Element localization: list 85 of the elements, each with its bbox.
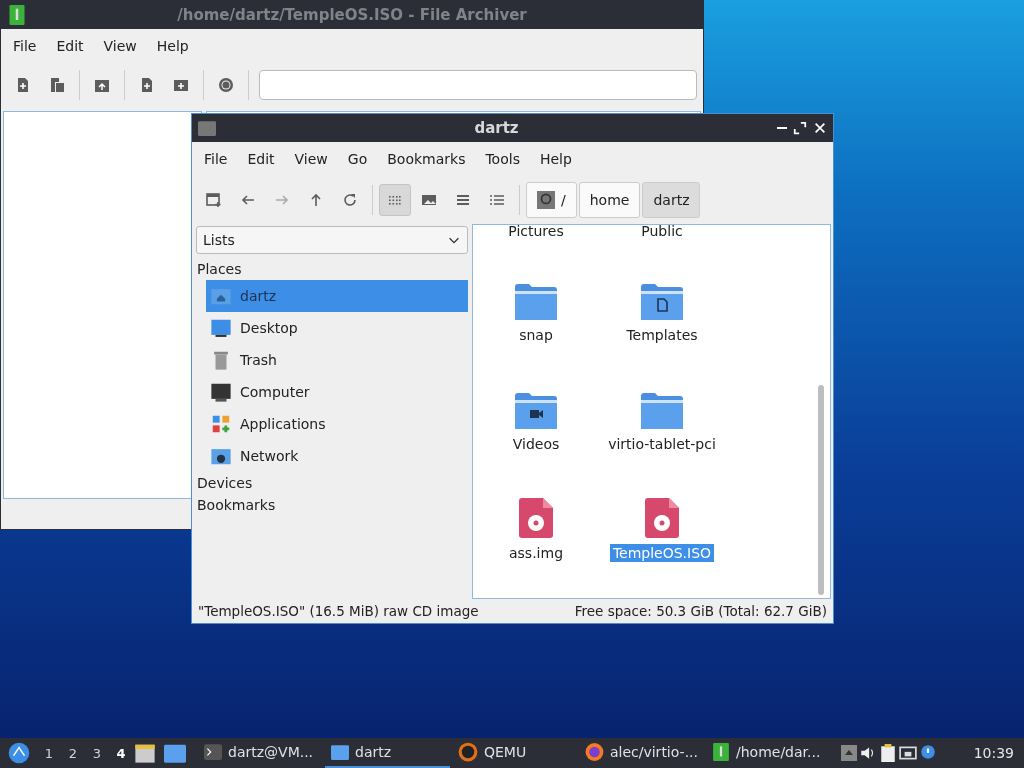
file-name[interactable]: Templates [623, 326, 701, 344]
applications-icon [210, 413, 232, 435]
file-cabinet-icon [134, 742, 156, 764]
file-name[interactable]: ass.img [506, 544, 566, 562]
file-name[interactable]: Videos [509, 435, 563, 453]
qemu-icon [458, 742, 478, 762]
file-name[interactable]: Pictures [508, 225, 564, 237]
add-file-icon [139, 77, 155, 93]
menu-item[interactable]: File [5, 36, 45, 56]
menu-item[interactable]: Help [531, 149, 580, 169]
start-menu-icon [8, 742, 30, 764]
workspace-button[interactable]: 2 [62, 739, 84, 767]
task-button[interactable]: QEMU [452, 738, 577, 768]
task-button[interactable]: dartz@VM... [198, 738, 323, 768]
image-icon [421, 192, 437, 208]
path-button[interactable]: / [526, 182, 577, 218]
bulleted-list-icon [489, 192, 505, 208]
folder-icon [641, 393, 683, 429]
file-name[interactable]: Public [641, 225, 683, 237]
window-title: dartz [473, 119, 520, 137]
menu-item[interactable]: Go [339, 149, 376, 169]
video-folder-icon [515, 393, 557, 429]
folder-icon [331, 743, 349, 761]
add-folder-icon [173, 77, 189, 93]
menu-item[interactable]: View [95, 36, 145, 56]
path-button[interactable]: home [578, 182, 641, 218]
archive-box-icon [94, 77, 110, 93]
terminal-icon [204, 743, 222, 761]
disc-image-icon [519, 498, 553, 538]
browser-icon [585, 742, 604, 762]
path-button[interactable]: dartz [642, 182, 701, 218]
folder-icon [164, 742, 186, 764]
section-heading[interactable]: Bookmarks [194, 494, 468, 516]
computer-icon [210, 381, 232, 403]
folder-icon [198, 119, 216, 137]
task-button[interactable]: dartz [325, 738, 450, 768]
monitor-icon [210, 317, 232, 339]
list-icon [455, 192, 471, 208]
side-pane-dropdown[interactable]: Lists [196, 226, 468, 254]
place-item[interactable]: dartz [206, 280, 468, 312]
folder-icon [515, 284, 557, 320]
task-button[interactable]: /home/dar... [706, 738, 831, 768]
scrollbar[interactable] [818, 385, 824, 595]
maximize-icon [793, 121, 807, 135]
new-window-icon [206, 192, 222, 208]
new-file-icon [15, 77, 31, 93]
workspace-button[interactable]: 1 [38, 739, 60, 767]
workspace-button[interactable]: 4 [110, 739, 132, 767]
template-folder-icon [641, 284, 683, 320]
reload-icon [342, 192, 358, 208]
window-title: /home/dartz/TempleOS.ISO - File Archiver [176, 6, 528, 24]
workspace-button[interactable]: 3 [86, 739, 108, 767]
minimize-icon [777, 127, 787, 129]
eject-icon [841, 745, 857, 761]
task-button[interactable]: alec/virtio-... [579, 738, 704, 768]
stop-icon [218, 77, 234, 93]
close-icon [813, 121, 827, 135]
copy-file-icon [49, 77, 65, 93]
archive-icon [7, 5, 27, 25]
menu-item[interactable]: View [286, 149, 336, 169]
clock: 10:39 [973, 745, 1015, 761]
menu-item[interactable]: Edit [48, 36, 92, 56]
menu-item[interactable]: File [196, 149, 236, 169]
menu-item[interactable]: Bookmarks [379, 149, 474, 169]
place-item[interactable]: Applications [206, 408, 468, 440]
clipboard-icon [879, 744, 897, 762]
place-item[interactable]: Desktop [206, 312, 468, 344]
place-item[interactable]: Network [206, 440, 468, 472]
disc-image-icon [645, 498, 679, 538]
section-heading[interactable]: Places [194, 258, 468, 280]
network-icon [899, 744, 917, 762]
place-item[interactable]: Computer [206, 376, 468, 408]
place-item[interactable]: Trash [206, 344, 468, 376]
menu-item[interactable]: Help [148, 36, 197, 56]
archive-icon [712, 743, 730, 761]
drive-icon [537, 191, 555, 209]
file-name[interactable]: virtio-tablet-pci [605, 435, 719, 453]
section-heading[interactable]: Devices [194, 472, 468, 494]
location-field[interactable] [259, 70, 697, 100]
notification-icon [919, 744, 937, 762]
menu-item[interactable]: Edit [239, 149, 283, 169]
status-text: "TempleOS.ISO" (16.5 MiB) raw CD image [198, 603, 479, 619]
file-name[interactable]: snap [516, 326, 556, 344]
free-space-text: Free space: 50.3 GiB (Total: 62.7 GiB) [574, 603, 827, 619]
menu-item[interactable]: Tools [477, 149, 528, 169]
